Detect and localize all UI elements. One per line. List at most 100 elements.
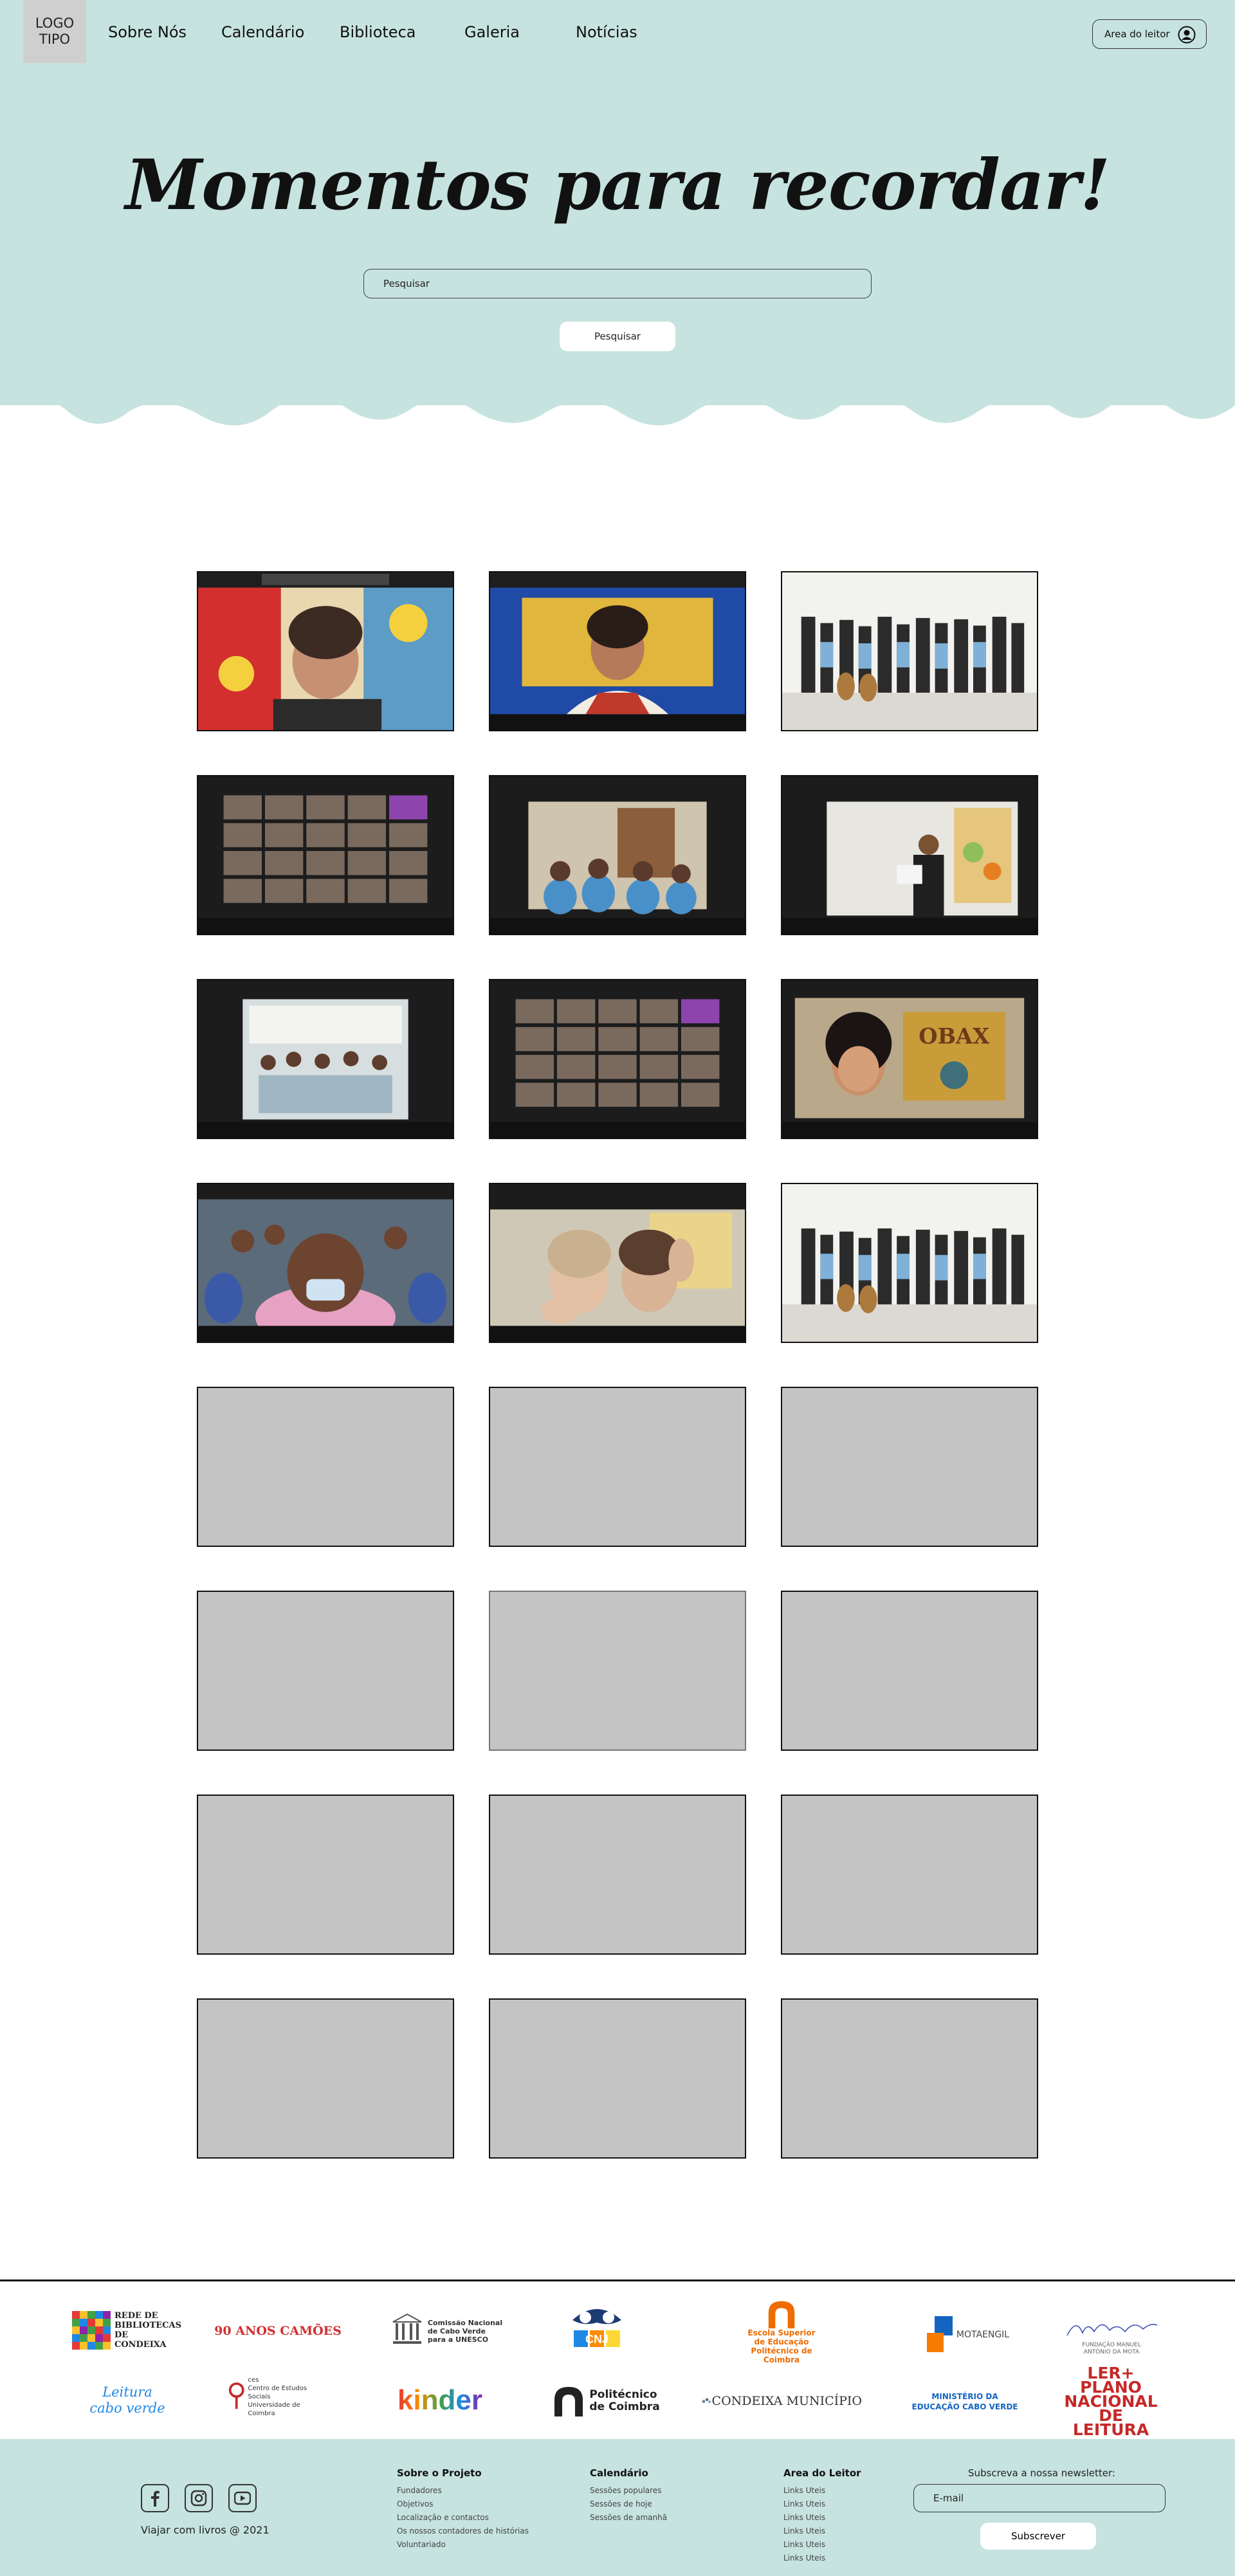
partner-label: kinder bbox=[397, 2384, 483, 2416]
gallery-photo[interactable] bbox=[781, 571, 1038, 731]
gallery-placeholder[interactable] bbox=[781, 1795, 1038, 1955]
gallery-placeholder[interactable] bbox=[781, 1387, 1038, 1547]
footer-link[interactable]: Fundadores bbox=[397, 2484, 529, 2498]
search-button[interactable]: Pesquisar bbox=[560, 322, 675, 351]
partner-logo-unesco[interactable]: Comissão Nacional de Cabo Verde para a U… bbox=[386, 2305, 507, 2357]
footer-link[interactable]: Links Uteis bbox=[783, 2538, 861, 2552]
partner-logo-ler-mais[interactable]: LER+ PLANO NACIONAL DE LEITURA bbox=[1064, 2365, 1157, 2438]
partner-logo-ministerio-educacao[interactable]: MINISTÉRIO DA EDUCAÇÃO CABO VERDE bbox=[901, 2384, 1029, 2420]
partner-logo-cnj[interactable]: CNJ bbox=[563, 2300, 630, 2363]
gallery-photo[interactable] bbox=[489, 775, 746, 935]
condeixa-swirl-icon bbox=[702, 2398, 711, 2404]
nav-item-biblioteca[interactable]: Biblioteca bbox=[340, 23, 416, 41]
partner-logo-kinder[interactable]: kinder bbox=[389, 2381, 491, 2420]
search-input[interactable] bbox=[363, 269, 872, 298]
gallery-placeholder[interactable] bbox=[197, 1795, 454, 1955]
partner-logo-fundacao-mota[interactable]: FUNDAÇÃO MANUEL ANTÓNIO DA MOTA bbox=[1057, 2310, 1166, 2362]
signature-icon bbox=[1066, 2324, 1158, 2336]
footer-column-area-leitor: Area do Leitor Links Uteis Links Uteis L… bbox=[783, 2467, 861, 2565]
gallery-photo[interactable] bbox=[489, 979, 746, 1139]
gallery-photo[interactable] bbox=[197, 571, 454, 731]
gallery-photo[interactable] bbox=[781, 1183, 1038, 1343]
partner-label: 90 ANOS CAMÕES bbox=[214, 2324, 342, 2338]
footer-column-sobre-projeto: Sobre o Projeto Fundadores Objetivos Loc… bbox=[397, 2467, 529, 2552]
page-title: Momentos para recordar! bbox=[125, 145, 1111, 226]
footer-link[interactable]: Voluntariado bbox=[397, 2538, 529, 2552]
motaengil-squares-icon bbox=[926, 2316, 953, 2352]
youtube-icon[interactable] bbox=[228, 2484, 257, 2512]
partner-label: Comissão Nacional de Cabo Verde para a U… bbox=[427, 2318, 503, 2344]
ces-pin-icon bbox=[228, 2382, 244, 2409]
gallery-photo[interactable]: OBAX bbox=[781, 979, 1038, 1139]
gallery-photo[interactable] bbox=[781, 775, 1038, 935]
gallery-placeholder[interactable] bbox=[489, 1795, 746, 1955]
footer-link[interactable]: Links Uteis bbox=[783, 2511, 861, 2525]
gallery-photo[interactable] bbox=[489, 571, 746, 731]
gallery-placeholder[interactable] bbox=[197, 1387, 454, 1547]
partner-label: MINISTÉRIO DA EDUCAÇÃO CABO VERDE bbox=[911, 2392, 1018, 2411]
footer-link[interactable]: Links Uteis bbox=[783, 2552, 861, 2565]
footer-link[interactable]: Os nossos contadores de histórias bbox=[397, 2525, 529, 2538]
gallery-photo-image: OBAX bbox=[782, 980, 1037, 1138]
gallery-photo[interactable] bbox=[197, 1183, 454, 1343]
footer-link[interactable]: Links Uteis bbox=[783, 2484, 861, 2498]
gallery-placeholder[interactable] bbox=[197, 1998, 454, 2159]
nav-item-calendario[interactable]: Calendário bbox=[221, 23, 304, 41]
footer-link[interactable]: Sessões de amanhã bbox=[590, 2511, 667, 2525]
svg-text:OBAX: OBAX bbox=[919, 1023, 989, 1048]
gallery-placeholder[interactable] bbox=[489, 1387, 746, 1547]
nav-item-sobre-nos[interactable]: Sobre Nós bbox=[108, 23, 187, 41]
partner-logo-rede-bibliotecas[interactable]: REDE DE BIBLIOTECAS DE CONDEIXA bbox=[72, 2305, 181, 2355]
partner-label: FUNDAÇÃO MANUEL ANTÓNIO DA MOTA bbox=[1082, 2342, 1141, 2355]
footer-link[interactable]: Localização e contactos bbox=[397, 2511, 529, 2525]
facebook-icon[interactable] bbox=[141, 2484, 169, 2512]
reader-area-button[interactable]: Area do leitor bbox=[1092, 19, 1207, 49]
partner-logo-leitura-cabo-verde[interactable]: Leitura cabo verde bbox=[84, 2380, 171, 2421]
partner-logo-condeixa[interactable]: CONDEIXA MUNICÍPIO bbox=[701, 2385, 862, 2417]
gallery-photo-image bbox=[782, 1184, 1037, 1342]
footer-link[interactable]: Objetivos bbox=[397, 2498, 529, 2511]
partner-label: MOTAENGIL bbox=[956, 2330, 1010, 2340]
copyright-text: Viajar com livros @ 2021 bbox=[141, 2524, 270, 2536]
hero-wave-divider bbox=[0, 379, 1235, 426]
gallery-placeholder[interactable] bbox=[781, 1591, 1038, 1751]
nav-item-galeria[interactable]: Galeria bbox=[464, 23, 520, 41]
partner-label: REDE DE BIBLIOTECAS DE CONDEIXA bbox=[114, 2311, 181, 2350]
gallery-placeholder[interactable] bbox=[489, 1591, 746, 1751]
partner-label: CNJ bbox=[585, 2333, 608, 2346]
partner-label: Politécnico de Coimbra bbox=[589, 2388, 660, 2413]
footer-link[interactable]: Sessões populares bbox=[590, 2484, 667, 2498]
nav-item-noticias[interactable]: Notícias bbox=[576, 23, 637, 41]
partner-label: Escola Superior de Educação Politécnico … bbox=[747, 2328, 816, 2364]
gallery-placeholder[interactable] bbox=[489, 1998, 746, 2159]
footer-link[interactable]: Sessões de hoje bbox=[590, 2498, 667, 2511]
footer: Viajar com livros @ 2021 Sobre o Projeto… bbox=[0, 2439, 1235, 2576]
subscribe-button[interactable]: Subscrever bbox=[980, 2523, 1096, 2550]
gallery-photo[interactable] bbox=[489, 1183, 746, 1343]
politecnico-arch-icon bbox=[554, 2387, 583, 2416]
partner-logo-ces[interactable]: ces Centro de Estudos Sociais Universida… bbox=[228, 2371, 324, 2422]
partner-logo-ese[interactable]: Escola Superior de Educação Politécnico … bbox=[733, 2300, 830, 2364]
instagram-icon[interactable] bbox=[185, 2484, 213, 2512]
footer-link[interactable]: Links Uteis bbox=[783, 2498, 861, 2511]
partner-logo-politecnico[interactable]: Politécnico de Coimbra bbox=[552, 2384, 661, 2418]
partner-label: LER+ PLANO NACIONAL DE LEITURA bbox=[1064, 2364, 1158, 2439]
user-circle-icon bbox=[1178, 26, 1196, 44]
reader-area-label: Area do leitor bbox=[1104, 28, 1170, 40]
gallery-photo[interactable] bbox=[197, 775, 454, 935]
footer-link[interactable]: Links Uteis bbox=[783, 2525, 861, 2538]
gallery-photo[interactable] bbox=[197, 979, 454, 1139]
rede-bibliotecas-mosaic-icon bbox=[72, 2311, 111, 2350]
gallery-photo-image bbox=[198, 572, 453, 730]
partner-logo-camoes[interactable]: 90 ANOS CAMÕES bbox=[214, 2313, 342, 2349]
gallery-placeholder[interactable] bbox=[197, 1591, 454, 1751]
partner-label: Leitura cabo verde bbox=[89, 2384, 165, 2416]
gallery-photo-image bbox=[782, 572, 1037, 730]
footer-column-title: Area do Leitor bbox=[783, 2467, 861, 2479]
cnj-emblem-icon: CNJ bbox=[572, 2309, 621, 2347]
partner-logo-motaengil[interactable]: MOTAENGIL bbox=[916, 2309, 1019, 2361]
newsletter-email-input[interactable] bbox=[913, 2484, 1166, 2512]
site-logo[interactable]: LOGO TIPO bbox=[23, 0, 86, 63]
gallery-placeholder[interactable] bbox=[781, 1998, 1038, 2159]
newsletter-label: Subscreva a nossa newsletter: bbox=[968, 2467, 1115, 2479]
